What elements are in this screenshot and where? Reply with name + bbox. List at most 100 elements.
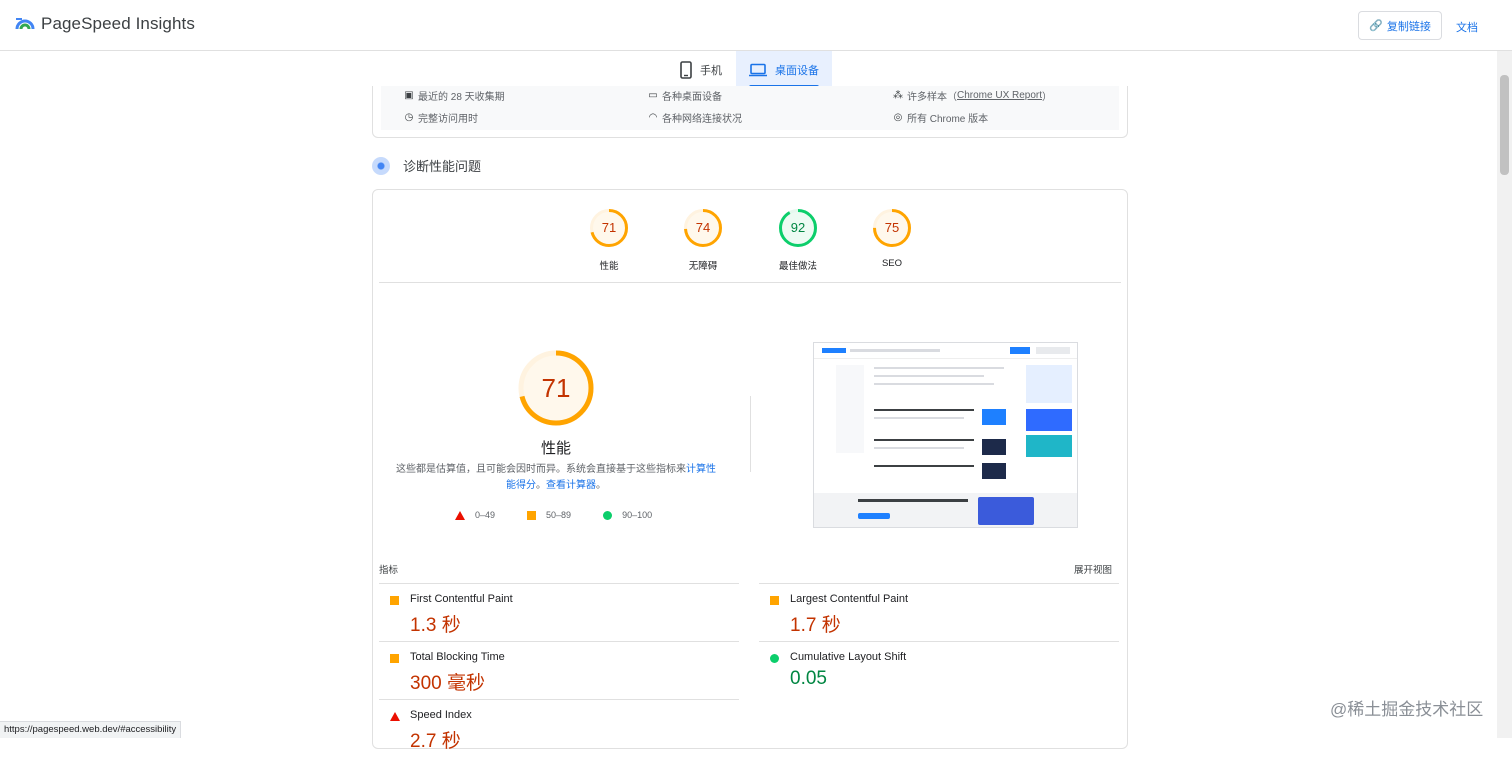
note-separator: 。 bbox=[536, 480, 546, 491]
final-screenshot bbox=[813, 342, 1078, 528]
screenshot-header bbox=[814, 343, 1077, 359]
field-chrome-text: 所有 Chrome 版本 bbox=[907, 114, 989, 125]
legend-average-range: 50–89 bbox=[546, 510, 572, 520]
screenshot-ad-3 bbox=[1026, 435, 1072, 457]
category-best-practices[interactable]: 92 最佳做法 bbox=[777, 208, 819, 272]
expand-view-toggle[interactable]: 展开视图 bbox=[1074, 562, 1112, 576]
tab-desktop-label: 桌面设备 bbox=[775, 65, 819, 77]
performance-note: 这些都是估算值，且可能会因时而异。系统会直接基于这些指标来计算性能得分。查看计算… bbox=[393, 462, 719, 494]
category-score: 71 bbox=[601, 220, 617, 235]
lab-data-card: 71 性能 74 无障碍 92 最佳做法 75 SEO 71 性能 这些都是估算… bbox=[372, 189, 1128, 752]
status-bar-url: https://pagespeed.web.dev/#accessibility bbox=[0, 721, 182, 738]
app-logo[interactable]: PageSpeed Insights bbox=[15, 14, 195, 34]
metrics-header: 指标 bbox=[379, 565, 399, 576]
tab-mobile-label: 手机 bbox=[700, 65, 722, 77]
category-score: 74 bbox=[695, 220, 711, 235]
wifi-icon: ◠ bbox=[648, 112, 658, 123]
legend-pass-range: 90–100 bbox=[622, 510, 653, 520]
average-square-icon bbox=[390, 654, 399, 663]
field-period-text: 最近的 28 天收集期 bbox=[418, 92, 505, 103]
field-devices-text: 各种桌面设备 bbox=[662, 92, 722, 103]
field-devices: ▭ 各种桌面设备 bbox=[647, 88, 722, 103]
metric-cls: Cumulative Layout Shift 0.05 bbox=[759, 641, 1119, 699]
vertical-divider bbox=[750, 396, 751, 472]
lab-data-icon bbox=[372, 156, 390, 175]
category-score: 92 bbox=[790, 220, 806, 235]
field-duration: ◷ 完整访问用时 bbox=[403, 110, 478, 125]
category-seo[interactable]: 75 SEO bbox=[871, 208, 913, 269]
calendar-icon: ▣ bbox=[404, 90, 414, 101]
field-duration-text: 完整访问用时 bbox=[418, 114, 478, 125]
metric-value: 1.3 秒 bbox=[410, 615, 461, 636]
category-label: 最佳做法 bbox=[778, 261, 817, 272]
laptop-icon bbox=[749, 63, 767, 77]
tab-mobile[interactable]: 手机 bbox=[666, 51, 736, 89]
category-gauge: 75 bbox=[872, 208, 912, 248]
device-tabs: 手机 桌面设备 bbox=[666, 51, 832, 89]
performance-label: 性能 bbox=[540, 440, 571, 457]
category-gauge: 92 bbox=[778, 208, 818, 248]
metric-speed-index: Speed Index 2.7 秒 bbox=[379, 699, 739, 757]
app-title: PageSpeed Insights bbox=[41, 14, 195, 33]
diagnose-header: 诊断性能问题 bbox=[372, 156, 481, 175]
fail-triangle-icon bbox=[390, 712, 400, 721]
metric-name: Largest Contentful Paint bbox=[790, 593, 909, 605]
metric-value: 2.7 秒 bbox=[410, 731, 461, 752]
average-square-icon bbox=[770, 596, 779, 605]
calculator-link[interactable]: 查看计算器 bbox=[546, 480, 596, 491]
metric-name: Speed Index bbox=[410, 709, 472, 721]
screenshot-ad-2 bbox=[1026, 409, 1072, 431]
scrollbar-thumb[interactable] bbox=[1500, 75, 1509, 175]
average-square-icon bbox=[527, 510, 537, 520]
timer-icon: ◷ bbox=[404, 112, 414, 123]
legend-average: 50–89 bbox=[527, 510, 571, 520]
page-scrollbar[interactable] bbox=[1497, 51, 1512, 738]
note-text: 这些都是估算值，且可能会因时而异。系统会直接基于这些指标来 bbox=[396, 464, 686, 475]
chrome-icon: ◎ bbox=[893, 112, 903, 123]
category-gauge: 74 bbox=[683, 208, 723, 248]
screenshot-content bbox=[870, 363, 1020, 483]
fail-triangle-icon bbox=[455, 510, 465, 520]
chrome-ux-report-link[interactable]: Chrome UX Report bbox=[957, 90, 1042, 101]
note-end: 。 bbox=[596, 480, 606, 491]
field-data-card: ▣ 最近的 28 天收集期 ▭ 各种桌面设备 ⁂ 许多样本（ Chrome UX … bbox=[372, 86, 1128, 138]
metric-value: 300 毫秒 bbox=[410, 673, 485, 694]
category-performance[interactable]: 71 性能 bbox=[588, 208, 630, 272]
screenshot-sidebar bbox=[836, 365, 864, 453]
performance-score: 71 bbox=[541, 373, 571, 403]
tab-desktop[interactable]: 桌面设备 bbox=[736, 51, 832, 89]
metric-value: 0.05 bbox=[790, 668, 827, 689]
metric-tbt: Total Blocking Time 300 毫秒 bbox=[379, 641, 739, 699]
category-label: SEO bbox=[881, 258, 903, 269]
category-accessibility[interactable]: 74 无障碍 bbox=[682, 208, 724, 272]
pass-circle-icon bbox=[770, 654, 779, 663]
performance-gauge: 71 bbox=[517, 349, 595, 427]
metric-name: Cumulative Layout Shift bbox=[790, 651, 907, 663]
field-samples-prefix: 许多样本（ bbox=[907, 92, 957, 103]
copy-link-label: 复制链接 bbox=[1386, 20, 1431, 33]
field-chrome: ◎ 所有 Chrome 版本 bbox=[892, 110, 989, 125]
field-network: ◠ 各种网络连接状况 bbox=[647, 110, 742, 125]
diagnose-title: 诊断性能问题 bbox=[403, 159, 482, 174]
metric-value: 1.7 秒 bbox=[790, 615, 841, 636]
category-label: 性能 bbox=[599, 261, 619, 272]
devices-icon: ▭ bbox=[648, 90, 658, 101]
docs-link[interactable]: 文档 bbox=[1456, 19, 1478, 35]
category-label: 无障碍 bbox=[688, 261, 718, 272]
link-icon: 🔗 bbox=[1369, 20, 1383, 32]
pagespeed-logo-icon bbox=[15, 18, 35, 30]
legend-fail: 0–49 bbox=[455, 510, 495, 520]
metric-lcp: Largest Contentful Paint 1.7 秒 bbox=[759, 583, 1119, 641]
category-gauge: 71 bbox=[589, 208, 629, 248]
category-score: 75 bbox=[884, 220, 900, 235]
copy-link-button[interactable]: 🔗 复制链接 bbox=[1358, 11, 1442, 40]
samples-icon: ⁂ bbox=[893, 90, 903, 101]
screenshot-ad-1 bbox=[1026, 365, 1072, 403]
field-network-text: 各种网络连接状况 bbox=[662, 114, 742, 125]
screenshot-banner bbox=[814, 493, 1077, 527]
divider bbox=[379, 282, 1121, 283]
top-bar: PageSpeed Insights 🔗 复制链接 文档 bbox=[0, 0, 1512, 51]
pass-circle-icon bbox=[603, 510, 613, 520]
watermark: @稀土掘金技术社区 bbox=[1330, 700, 1484, 719]
field-samples: ⁂ 许多样本（ Chrome UX Report） bbox=[892, 88, 1052, 103]
